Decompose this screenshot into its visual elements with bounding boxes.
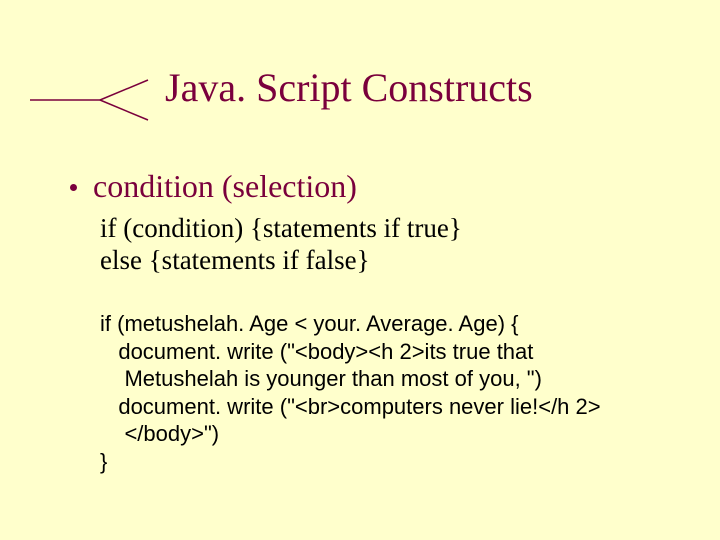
- bullet-dot-icon: [70, 184, 77, 191]
- syntax-line: else {statements if false}: [100, 244, 462, 276]
- code-line: document. write ("<br>computers never li…: [100, 393, 601, 421]
- bullet-item: condition (selection): [70, 168, 357, 205]
- code-line: }: [100, 448, 601, 476]
- syntax-block: if (condition) {statements if true} else…: [100, 212, 462, 277]
- code-block: if (metushelah. Age < your. Average. Age…: [100, 310, 601, 475]
- syntax-line: if (condition) {statements if true}: [100, 212, 462, 244]
- code-line: Metushelah is younger than most of you, …: [100, 365, 601, 393]
- code-line: </body>"): [100, 420, 601, 448]
- code-line: if (metushelah. Age < your. Average. Age…: [100, 310, 601, 338]
- code-line: document. write ("<body><h 2>its true th…: [100, 338, 601, 366]
- slide-title: Java. Script Constructs: [165, 64, 533, 111]
- branch-decoration-icon: [30, 78, 150, 118]
- bullet-text: condition (selection): [93, 168, 357, 205]
